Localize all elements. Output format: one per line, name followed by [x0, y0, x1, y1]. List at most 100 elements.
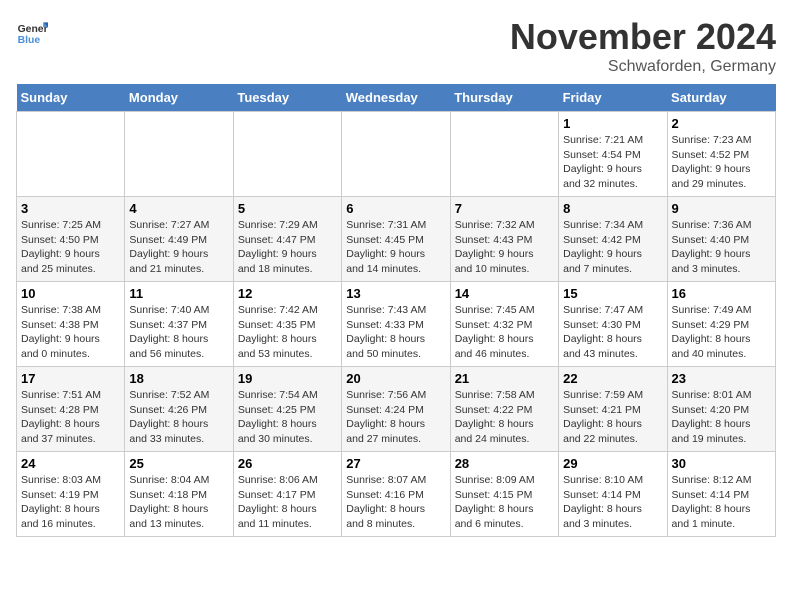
day-info: Sunrise: 7:32 AM Sunset: 4:43 PM Dayligh…: [455, 218, 554, 277]
day-number: 10: [21, 286, 120, 301]
day-number: 14: [455, 286, 554, 301]
day-number: 6: [346, 201, 445, 216]
day-number: 8: [563, 201, 662, 216]
day-number: 18: [129, 371, 228, 386]
location: Schwaforden, Germany: [510, 58, 776, 76]
day-number: 5: [238, 201, 337, 216]
header-day-tuesday: Tuesday: [233, 84, 341, 112]
calendar-cell: 25Sunrise: 8:04 AM Sunset: 4:18 PM Dayli…: [125, 452, 233, 537]
day-info: Sunrise: 8:10 AM Sunset: 4:14 PM Dayligh…: [563, 473, 662, 532]
calendar-header-row: SundayMondayTuesdayWednesdayThursdayFrid…: [17, 84, 776, 112]
svg-text:Blue: Blue: [18, 35, 41, 46]
day-number: 15: [563, 286, 662, 301]
day-number: 24: [21, 456, 120, 471]
calendar-cell: 15 Sunrise: 7:47 AM Sunset: 4:30 PM Dayli…: [559, 282, 667, 367]
calendar-cell: 26Sunrise: 8:06 AM Sunset: 4:17 PM Dayli…: [233, 452, 341, 537]
calendar-cell: 12 Sunrise: 7:42 AM Sunset: 4:35 PM Dayli…: [233, 282, 341, 367]
day-number: 29: [563, 456, 662, 471]
day-number: 28: [455, 456, 554, 471]
day-number: 27: [346, 456, 445, 471]
day-info: Sunrise: 8:01 AM Sunset: 4:20 PM Dayligh…: [672, 388, 771, 447]
calendar-cell: [233, 112, 341, 197]
day-info: Sunrise: 7:25 AM Sunset: 4:50 PM Dayligh…: [21, 218, 120, 277]
calendar-cell: 22Sunrise: 7:59 AM Sunset: 4:21 PM Dayli…: [559, 367, 667, 452]
calendar-cell: 2 Sunrise: 7:23 AM Sunset: 4:52 PM Daylig…: [667, 112, 775, 197]
day-info: Sunrise: 7:38 AM Sunset: 4:38 PM Dayligh…: [21, 303, 120, 362]
month-title: November 2024: [510, 16, 776, 58]
day-number: 20: [346, 371, 445, 386]
header-day-wednesday: Wednesday: [342, 84, 450, 112]
calendar-cell: [342, 112, 450, 197]
calendar-cell: [450, 112, 558, 197]
day-info: Sunrise: 7:27 AM Sunset: 4:49 PM Dayligh…: [129, 218, 228, 277]
calendar-cell: [125, 112, 233, 197]
calendar-body: 1 Sunrise: 7:21 AM Sunset: 4:54 PM Daylig…: [17, 112, 776, 537]
day-info: Sunrise: 8:06 AM Sunset: 4:17 PM Dayligh…: [238, 473, 337, 532]
day-number: 7: [455, 201, 554, 216]
header-day-saturday: Saturday: [667, 84, 775, 112]
calendar-cell: 24Sunrise: 8:03 AM Sunset: 4:19 PM Dayli…: [17, 452, 125, 537]
day-info: Sunrise: 7:23 AM Sunset: 4:52 PM Dayligh…: [672, 133, 771, 192]
calendar-cell: 19Sunrise: 7:54 AM Sunset: 4:25 PM Dayli…: [233, 367, 341, 452]
day-number: 3: [21, 201, 120, 216]
day-info: Sunrise: 8:04 AM Sunset: 4:18 PM Dayligh…: [129, 473, 228, 532]
day-number: 30: [672, 456, 771, 471]
day-info: Sunrise: 7:51 AM Sunset: 4:28 PM Dayligh…: [21, 388, 120, 447]
day-info: Sunrise: 7:21 AM Sunset: 4:54 PM Dayligh…: [563, 133, 662, 192]
calendar-week-4: 24Sunrise: 8:03 AM Sunset: 4:19 PM Dayli…: [17, 452, 776, 537]
calendar-cell: 6 Sunrise: 7:31 AM Sunset: 4:45 PM Daylig…: [342, 197, 450, 282]
day-number: 4: [129, 201, 228, 216]
day-info: Sunrise: 7:58 AM Sunset: 4:22 PM Dayligh…: [455, 388, 554, 447]
calendar-cell: 7 Sunrise: 7:32 AM Sunset: 4:43 PM Daylig…: [450, 197, 558, 282]
day-info: Sunrise: 7:47 AM Sunset: 4:30 PM Dayligh…: [563, 303, 662, 362]
day-number: 23: [672, 371, 771, 386]
day-number: 21: [455, 371, 554, 386]
day-info: Sunrise: 7:29 AM Sunset: 4:47 PM Dayligh…: [238, 218, 337, 277]
header-day-friday: Friday: [559, 84, 667, 112]
calendar-cell: 18 Sunrise: 7:52 AM Sunset: 4:26 PM Dayli…: [125, 367, 233, 452]
calendar-cell: 30Sunrise: 8:12 AM Sunset: 4:14 PM Dayli…: [667, 452, 775, 537]
day-number: 1: [563, 116, 662, 131]
calendar-cell: 21 Sunrise: 7:58 AM Sunset: 4:22 PM Dayli…: [450, 367, 558, 452]
day-info: Sunrise: 7:52 AM Sunset: 4:26 PM Dayligh…: [129, 388, 228, 447]
day-number: 12: [238, 286, 337, 301]
calendar-cell: 17 Sunrise: 7:51 AM Sunset: 4:28 PM Dayli…: [17, 367, 125, 452]
day-info: Sunrise: 7:56 AM Sunset: 4:24 PM Dayligh…: [346, 388, 445, 447]
header-day-thursday: Thursday: [450, 84, 558, 112]
calendar-cell: 1 Sunrise: 7:21 AM Sunset: 4:54 PM Daylig…: [559, 112, 667, 197]
logo-icon: General Blue: [16, 16, 48, 48]
calendar-cell: 3 Sunrise: 7:25 AM Sunset: 4:50 PM Daylig…: [17, 197, 125, 282]
calendar-week-2: 10 Sunrise: 7:38 AM Sunset: 4:38 PM Dayli…: [17, 282, 776, 367]
calendar-cell: 5 Sunrise: 7:29 AM Sunset: 4:47 PM Daylig…: [233, 197, 341, 282]
calendar-cell: 14 Sunrise: 7:45 AM Sunset: 4:32 PM Dayli…: [450, 282, 558, 367]
day-info: Sunrise: 7:54 AM Sunset: 4:25 PM Dayligh…: [238, 388, 337, 447]
day-number: 11: [129, 286, 228, 301]
calendar-week-3: 17 Sunrise: 7:51 AM Sunset: 4:28 PM Dayli…: [17, 367, 776, 452]
day-info: Sunrise: 7:31 AM Sunset: 4:45 PM Dayligh…: [346, 218, 445, 277]
day-info: Sunrise: 8:09 AM Sunset: 4:15 PM Dayligh…: [455, 473, 554, 532]
calendar-cell: 11Sunrise: 7:40 AM Sunset: 4:37 PM Dayli…: [125, 282, 233, 367]
day-info: Sunrise: 7:45 AM Sunset: 4:32 PM Dayligh…: [455, 303, 554, 362]
day-number: 2: [672, 116, 771, 131]
title-area: November 2024 Schwaforden, Germany: [510, 16, 776, 76]
day-info: Sunrise: 7:36 AM Sunset: 4:40 PM Dayligh…: [672, 218, 771, 277]
header: General Blue November 2024 Schwaforden, …: [16, 16, 776, 76]
calendar-cell: 27 Sunrise: 8:07 AM Sunset: 4:16 PM Dayli…: [342, 452, 450, 537]
calendar-cell: 10 Sunrise: 7:38 AM Sunset: 4:38 PM Dayli…: [17, 282, 125, 367]
day-info: Sunrise: 7:42 AM Sunset: 4:35 PM Dayligh…: [238, 303, 337, 362]
day-number: 13: [346, 286, 445, 301]
day-number: 17: [21, 371, 120, 386]
day-number: 9: [672, 201, 771, 216]
calendar-cell: 23 Sunrise: 8:01 AM Sunset: 4:20 PM Dayli…: [667, 367, 775, 452]
day-info: Sunrise: 8:07 AM Sunset: 4:16 PM Dayligh…: [346, 473, 445, 532]
calendar-cell: 16Sunrise: 7:49 AM Sunset: 4:29 PM Dayli…: [667, 282, 775, 367]
calendar-table: SundayMondayTuesdayWednesdayThursdayFrid…: [16, 84, 776, 537]
header-day-monday: Monday: [125, 84, 233, 112]
day-info: Sunrise: 7:43 AM Sunset: 4:33 PM Dayligh…: [346, 303, 445, 362]
calendar-cell: 9 Sunrise: 7:36 AM Sunset: 4:40 PM Daylig…: [667, 197, 775, 282]
day-info: Sunrise: 7:34 AM Sunset: 4:42 PM Dayligh…: [563, 218, 662, 277]
logo: General Blue: [16, 16, 48, 48]
calendar-cell: [17, 112, 125, 197]
day-number: 16: [672, 286, 771, 301]
header-day-sunday: Sunday: [17, 84, 125, 112]
